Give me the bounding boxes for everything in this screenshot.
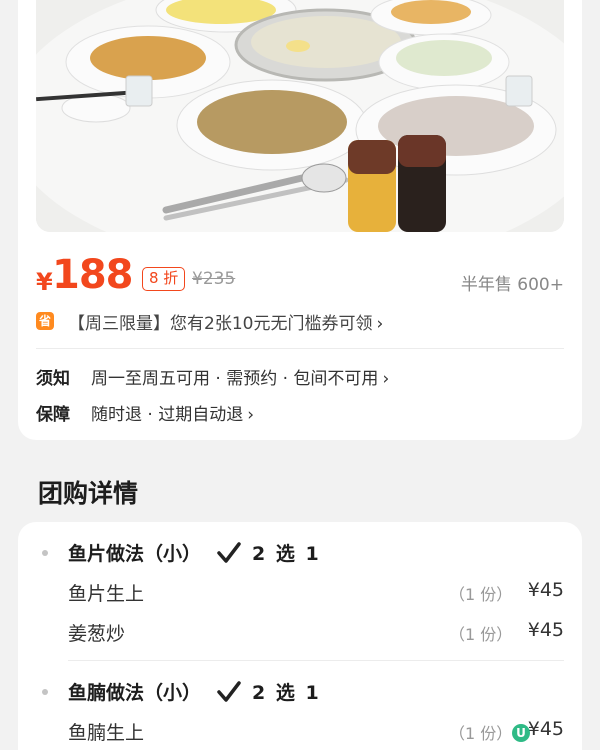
option-choose-count: 2 选 1 xyxy=(252,543,321,565)
guarantee-label: 保障 xyxy=(36,405,70,425)
notice-label: 须知 xyxy=(36,369,70,389)
divider xyxy=(36,348,564,349)
chevron-right-icon: › xyxy=(247,405,255,425)
checkmark-icon xyxy=(217,681,241,702)
option-group-name: 鱼片做法（小） xyxy=(68,543,202,565)
notice-row[interactable]: 须知 周一至周五可用 · 需预约 · 包间不可用 › xyxy=(36,364,564,390)
group-buy-price: 188 xyxy=(52,252,133,298)
option-choose-count: 2 选 1 xyxy=(252,682,321,704)
chevron-right-icon: › xyxy=(382,369,390,389)
dish-price: ¥45 xyxy=(527,718,564,740)
coupon-text: 【周三限量】您有2张10元无门槛券可领 xyxy=(68,314,373,334)
save-badge-icon: 省 xyxy=(36,312,54,330)
dish-quantity: （1 份） xyxy=(449,585,513,604)
dish-quantity: （1 份） xyxy=(449,625,513,644)
dish-price: ¥45 xyxy=(527,579,564,601)
dish-item: 姜葱炒 （1 份） ¥45 xyxy=(68,619,564,645)
bullet-icon xyxy=(42,550,48,556)
guarantee-value: 随时退 · 过期自动退 xyxy=(91,405,244,425)
dish-item: 鱼片生上 （1 份） ¥45 xyxy=(68,579,564,605)
section-title: 团购详情 xyxy=(38,479,139,508)
dish-quantity: （1 份） xyxy=(449,724,513,743)
dish-name: 鱼腩生上 xyxy=(68,722,145,744)
dish-name: 鱼片生上 xyxy=(68,583,145,605)
currency-symbol: ¥ xyxy=(36,268,53,296)
option-group-name: 鱼腩做法（小） xyxy=(68,682,202,704)
notice-value: 周一至周五可用 · 需预约 · 包间不可用 xyxy=(91,369,379,389)
product-photo[interactable] xyxy=(36,0,564,232)
group-buy-detail-card: 鱼片做法（小） 2 选 1 鱼片生上 （1 份） ¥45 姜葱炒 （1 份） ¥… xyxy=(18,522,582,750)
sales-count: 半年售 600+ xyxy=(460,275,564,295)
product-card: ¥ 188 8 折 ¥235 半年售 600+ 省 【周三限量】您有2张10元无… xyxy=(18,0,582,440)
dish-price: ¥45 xyxy=(527,619,564,641)
watermark: U xyxy=(512,722,530,744)
price-row: ¥ 188 8 折 ¥235 半年售 600+ xyxy=(36,252,564,298)
discount-badge: 8 折 xyxy=(142,267,186,291)
watermark-logo-icon: U xyxy=(512,724,530,742)
chevron-right-icon: › xyxy=(376,314,384,334)
dish-name: 姜葱炒 xyxy=(68,623,126,645)
option-group-header: 鱼腩做法（小） 2 选 1 xyxy=(38,677,558,707)
original-price: ¥235 xyxy=(192,269,236,289)
option-group-header: 鱼片做法（小） 2 选 1 xyxy=(38,538,558,568)
coupon-row[interactable]: 省 【周三限量】您有2张10元无门槛券可领 › xyxy=(36,308,564,334)
checkmark-icon xyxy=(217,542,241,563)
divider xyxy=(68,660,564,661)
guarantee-row[interactable]: 保障 随时退 · 过期自动退 › xyxy=(36,400,564,426)
bullet-icon xyxy=(42,689,48,695)
food-table-photo-icon xyxy=(36,0,564,232)
dish-item: 鱼腩生上 （1 份） ¥45 xyxy=(68,718,564,744)
